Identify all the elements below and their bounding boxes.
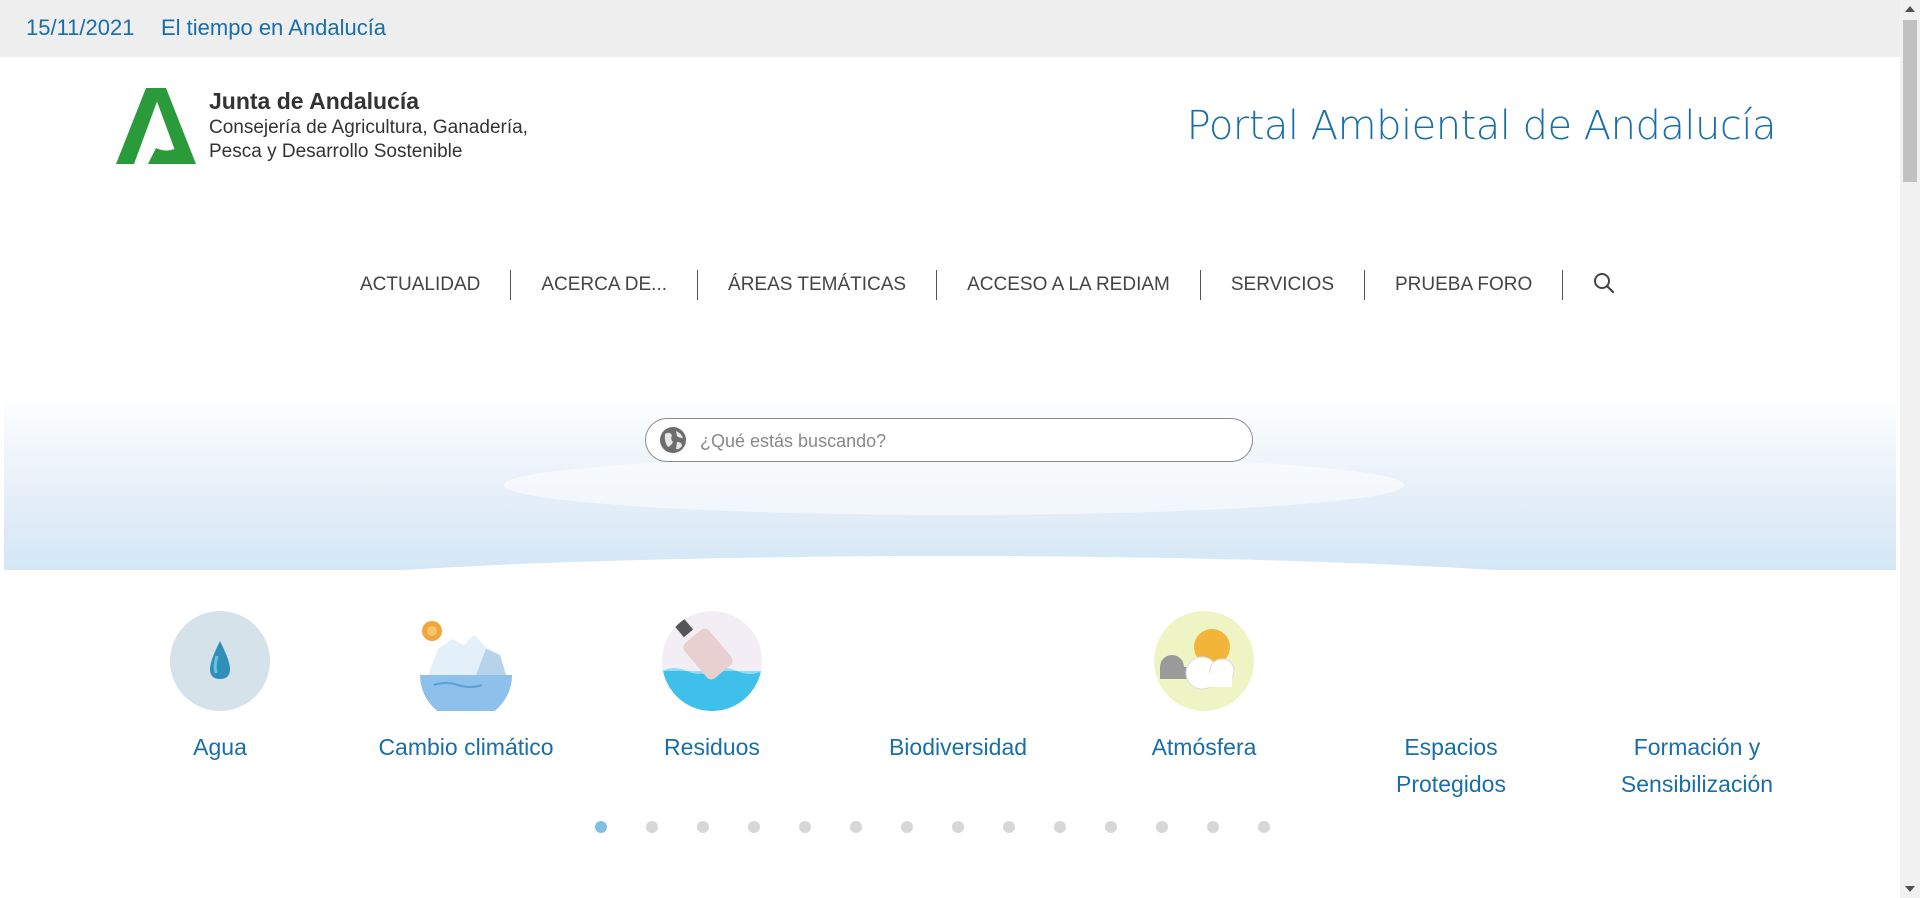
category-agua[interactable]: Agua [100,611,340,766]
nav-prueba-foro[interactable]: PRUEBA FORO [1365,270,1564,300]
category-cambio-climatico[interactable]: Cambio climático [346,611,586,766]
scroll-up-icon[interactable] [1905,6,1915,12]
category-espacios-protegidos[interactable]: Espacios Protegidos [1331,611,1571,803]
category-label: Atmósfera [1151,734,1257,760]
search-input[interactable] [698,427,1222,455]
junta-subtitle: Consejería de Agricultura, Ganadería, Pe… [209,117,528,162]
nav-areas-tematicas[interactable]: ÁREAS TEMÁTICAS [698,270,938,300]
carousel-dot[interactable] [1003,821,1015,833]
water-drop-icon [170,611,270,711]
category-atmosfera[interactable]: Atmósfera [1084,611,1324,766]
carousel-dot[interactable] [1105,821,1117,833]
carousel-dot[interactable] [646,821,658,833]
main-nav: ACTUALIDAD ACERCA DE... ÁREAS TEMÁTICAS … [330,265,1615,305]
category-label: Cambio climático [378,734,554,760]
category-biodiversidad[interactable]: Biodiversidad [838,611,1078,766]
scrollbar[interactable] [1900,0,1920,898]
carousel-dot[interactable] [799,821,811,833]
carousel-dot[interactable] [952,821,964,833]
carousel-dot[interactable] [697,821,709,833]
category-label: Formación y Sensibilización [1620,734,1774,797]
weather-sun-cloud-icon [1154,611,1254,711]
nav-actualidad[interactable]: ACTUALIDAD [330,270,512,300]
hero-cloud [504,455,1404,515]
training-icon [1647,611,1747,711]
carousel-dot[interactable] [1054,821,1066,833]
junta-a-logo-icon [116,88,196,164]
scrollbar-thumb[interactable] [1903,20,1917,182]
carousel-dot[interactable] [1258,821,1270,833]
category-label: Agua [193,734,247,760]
category-label: Biodiversidad [888,734,1028,760]
search-icon[interactable] [1563,272,1615,299]
carousel-dot[interactable] [748,821,760,833]
category-label: Espacios Protegidos [1396,734,1506,797]
portal-title[interactable]: Portal Ambiental de Andalucía [1187,103,1777,149]
category-formacion[interactable]: Formación y Sensibilización [1577,611,1817,803]
junta-title: Junta de Andalucía [209,88,420,114]
nav-servicios[interactable]: SERVICIOS [1201,270,1365,300]
nav-acceso-rediam[interactable]: ACCESO A LA REDIAM [937,270,1201,300]
category-residuos[interactable]: Residuos [592,611,832,766]
current-date: 15/11/2021 [26,15,135,40]
carousel-dot[interactable] [1207,821,1219,833]
bottle-waste-icon [662,611,762,711]
carousel-dot[interactable] [850,821,862,833]
iceberg-icon [416,611,516,721]
category-carousel: Agua Cambio climático Residuos Biodivers… [0,611,1900,811]
junta-logo[interactable]: Junta de Andalucía Consejería de Agricul… [116,88,566,173]
search-box[interactable] [645,418,1253,462]
weather-link[interactable]: El tiempo en Andalucía [161,15,386,41]
carousel-dot[interactable] [595,821,607,833]
hero-curve [204,556,1694,600]
carousel-pagination [595,821,1309,833]
nav-acerca-de[interactable]: ACERCA DE... [511,270,699,300]
carousel-dot[interactable] [901,821,913,833]
scroll-down-icon[interactable] [1905,886,1915,892]
category-label: Residuos [664,734,760,760]
carousel-dot[interactable] [1156,821,1168,833]
globe-icon [660,427,686,453]
top-bar: 15/11/2021 El tiempo en Andalucía [0,0,1900,57]
protected-spaces-icon [1401,611,1501,711]
biodiversity-icon [908,611,1008,711]
